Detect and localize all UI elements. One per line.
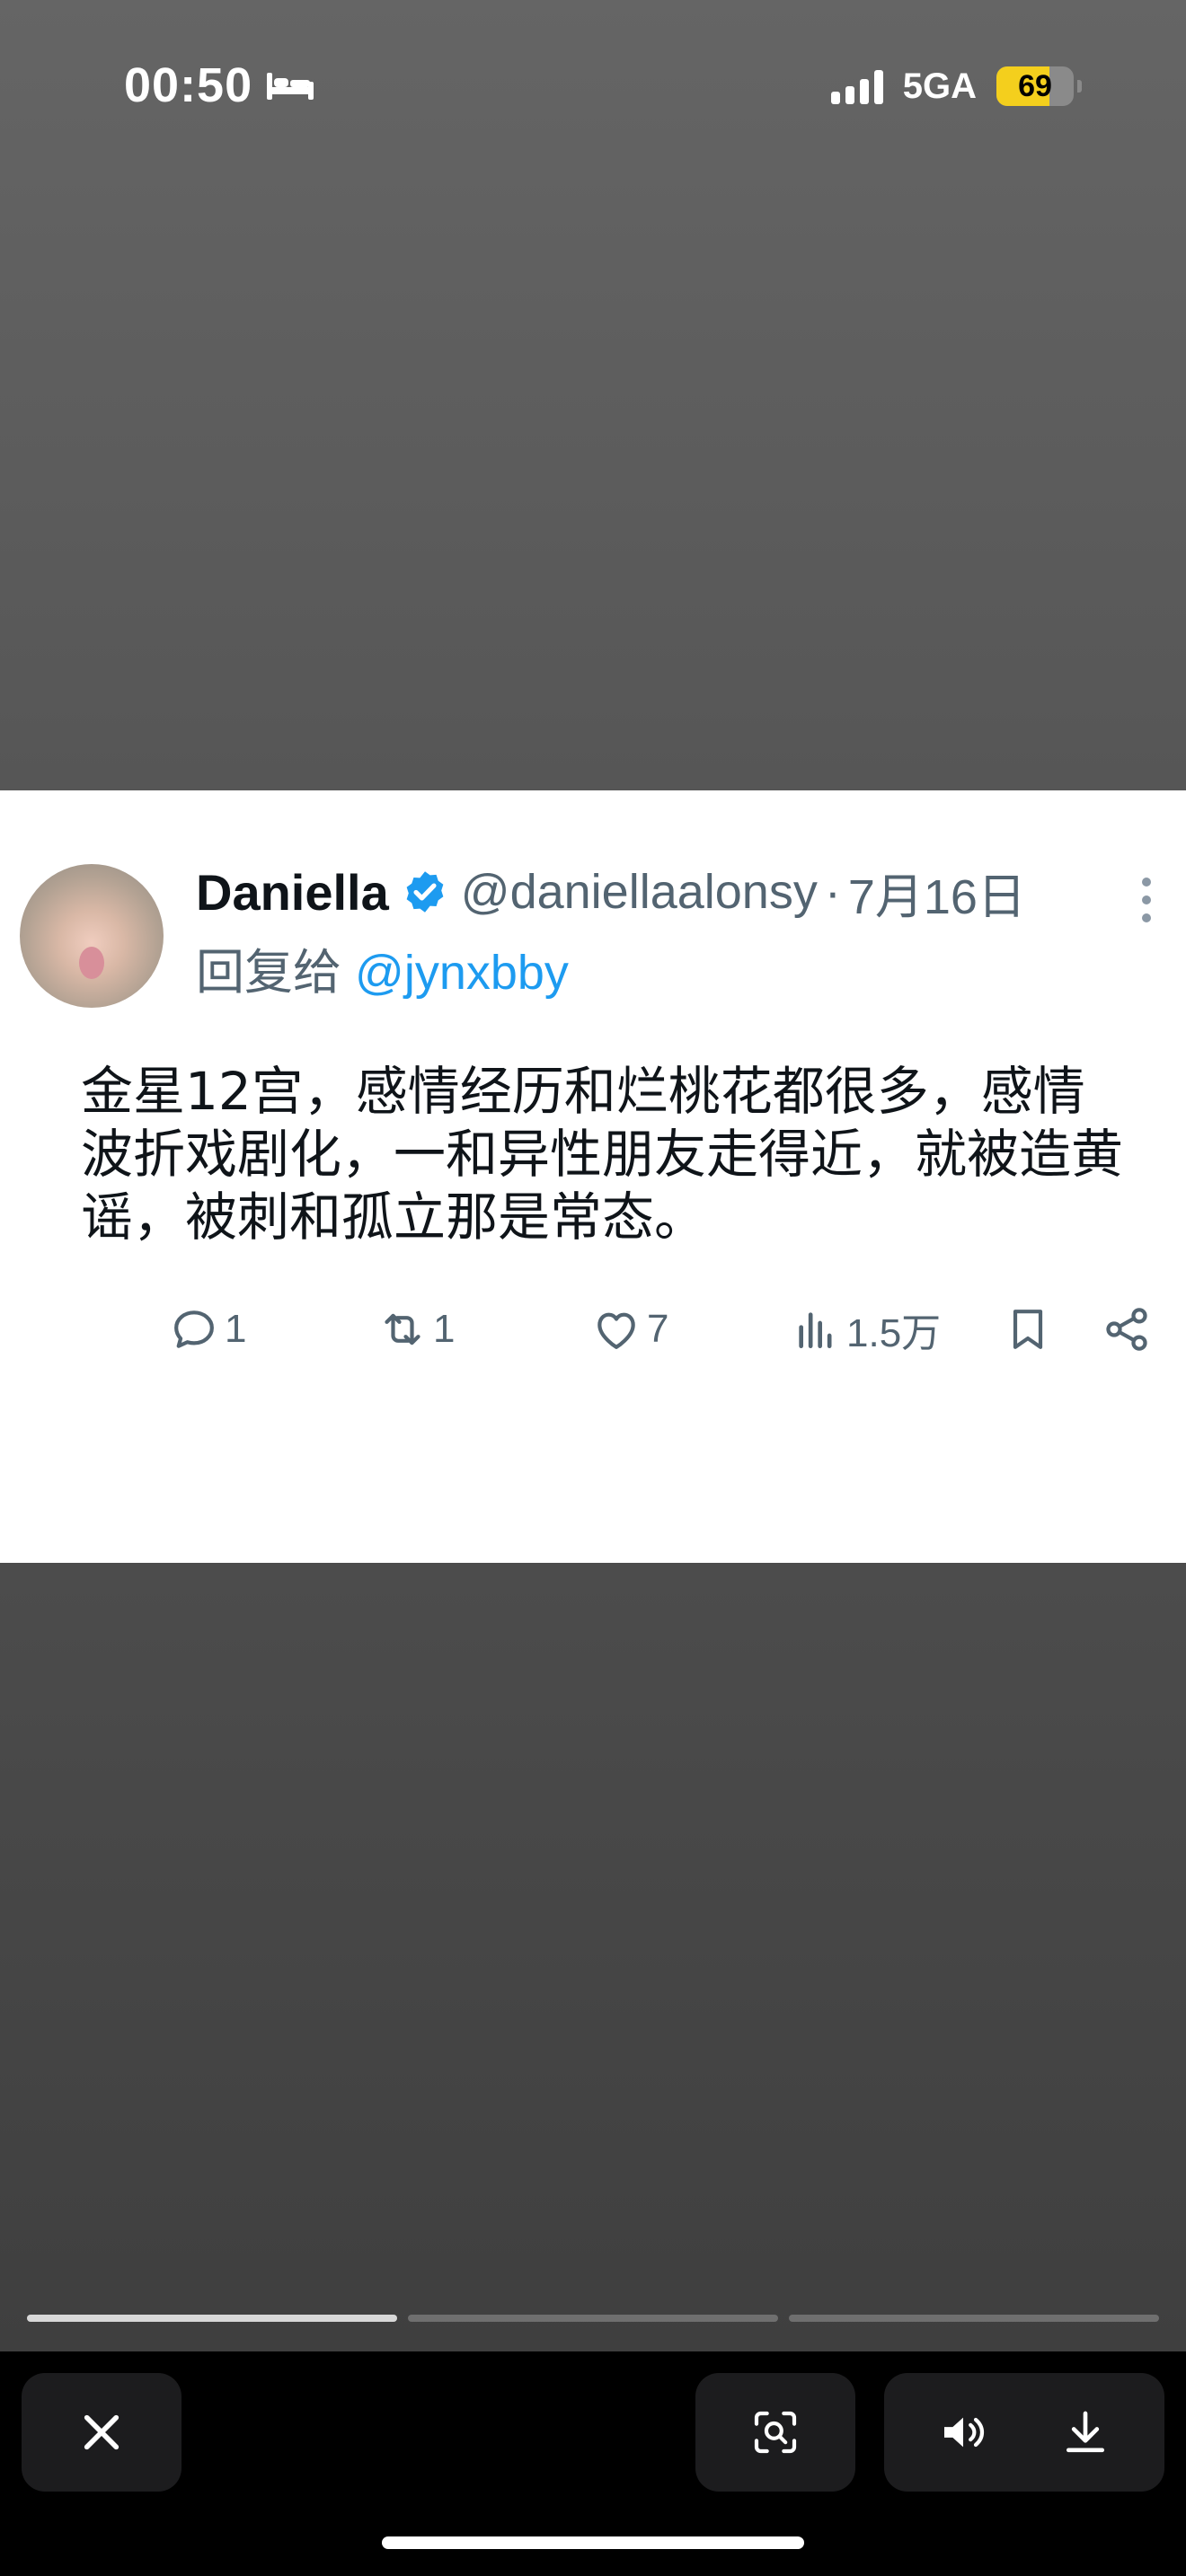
- heart-icon: [597, 1312, 635, 1349]
- like-button[interactable]: 7: [591, 1293, 668, 1365]
- scan-icon: [754, 2411, 797, 2454]
- bookmark-icon: [1013, 1310, 1043, 1349]
- views-chart-icon: [799, 1312, 832, 1348]
- tweet-date[interactable]: 7月16日: [848, 857, 1026, 928]
- status-indicators: 5GA 69: [830, 63, 1082, 110]
- story-progress: [27, 2315, 1159, 2322]
- bookmark-button[interactable]: [1003, 1293, 1053, 1365]
- signal-icon: [830, 68, 883, 104]
- home-indicator: [382, 2536, 804, 2549]
- download-icon[interactable]: [1060, 2407, 1111, 2457]
- speaker-icon[interactable]: [938, 2407, 988, 2457]
- views-count: 1.5万: [846, 1311, 942, 1355]
- progress-segment: [408, 2315, 778, 2322]
- battery-icon: 69: [996, 66, 1082, 106]
- reply-context: 回复给 @jynxbby: [196, 932, 569, 1003]
- tweet-actions: 1 1 7 1.5万: [0, 1293, 1186, 1365]
- repost-count: 1: [433, 1307, 456, 1351]
- visual-lookup-button[interactable]: [695, 2373, 855, 2492]
- share-button[interactable]: [1102, 1293, 1152, 1365]
- tweet-card: Daniella @daniellaalonsy · 7月16日 回复给 @jy…: [0, 790, 1186, 1563]
- repost-button[interactable]: 1: [377, 1293, 455, 1365]
- reply-prefix: 回复给: [196, 946, 341, 1000]
- share-icon: [1106, 1308, 1147, 1351]
- display-name[interactable]: Daniella: [196, 863, 389, 922]
- close-button[interactable]: [22, 2373, 181, 2492]
- reply-button[interactable]: 1: [169, 1293, 246, 1365]
- progress-segment: [27, 2315, 397, 2322]
- progress-segment: [789, 2315, 1159, 2322]
- like-count: 7: [647, 1307, 669, 1351]
- close-icon: [84, 2414, 119, 2450]
- network-type: 5GA: [902, 66, 977, 106]
- clock: 00:50: [124, 58, 253, 112]
- views-button[interactable]: 1.5万: [791, 1293, 941, 1365]
- reply-count: 1: [225, 1307, 247, 1351]
- reply-to-handle[interactable]: @jynxbby: [355, 946, 569, 1000]
- reply-icon: [174, 1310, 214, 1348]
- tweet-text: 金星12宫，感情经历和烂桃花都很多，感情波折戏剧化，一和异性朋友走得近，就被造黄…: [81, 1061, 1124, 1248]
- media-controls: [884, 2373, 1164, 2492]
- verified-badge-icon: [406, 871, 444, 913]
- status-time: 00:50: [124, 57, 315, 113]
- battery-level: 69: [1018, 68, 1052, 103]
- avatar[interactable]: [20, 864, 164, 1008]
- tweet-header: Daniella @daniellaalonsy · 7月16日: [196, 860, 1186, 924]
- user-handle[interactable]: @daniellaalonsy: [461, 864, 818, 920]
- more-options-icon[interactable]: [1139, 875, 1154, 925]
- repost-icon: [385, 1313, 420, 1345]
- separator: ·: [824, 865, 841, 919]
- bed-icon: [267, 73, 314, 100]
